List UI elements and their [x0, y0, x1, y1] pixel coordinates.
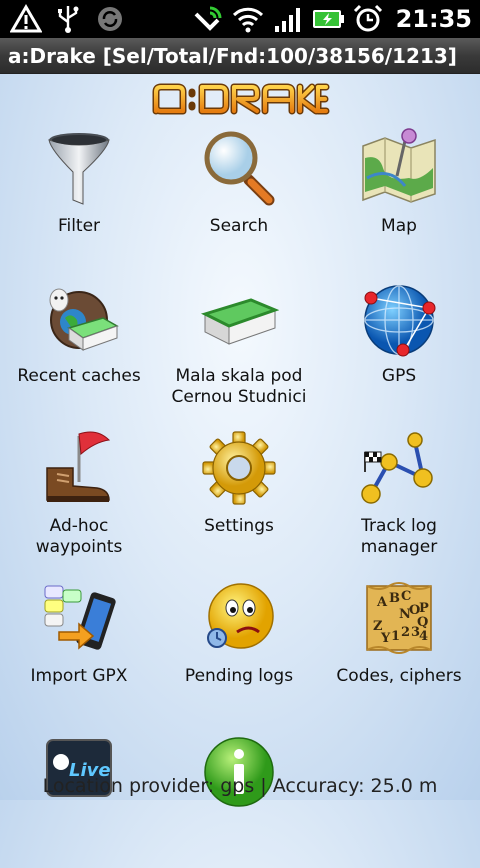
signal-icon: [274, 8, 300, 32]
menu-item-label: Ad-hoc waypoints: [35, 516, 123, 557]
menu-item-label: Pending logs: [184, 666, 294, 686]
menu-item-import-gpx[interactable]: Import GPX: [0, 568, 158, 718]
menu-item-label: Import GPX: [30, 666, 128, 686]
menu-item-settings[interactable]: Settings: [160, 418, 318, 568]
menu-item-label: Filter: [57, 216, 101, 236]
sync-icon: [98, 7, 122, 31]
wifi-icon: [232, 7, 263, 33]
usb-icon: [58, 6, 79, 33]
menu-item-track-log-manager[interactable]: Track log manager: [320, 418, 478, 568]
map-icon: [362, 128, 436, 203]
import-phone-icon: [44, 585, 116, 650]
svg-text:1: 1: [391, 629, 400, 644]
adrake-logo: [152, 83, 330, 115]
svg-text:Y: Y: [380, 631, 391, 646]
clock: 21:35: [395, 5, 472, 33]
menu-item-label: GPS: [381, 366, 417, 386]
menu-item-label: Recent caches: [17, 366, 141, 386]
warning-icon: [10, 4, 42, 33]
menu-item-search[interactable]: Search: [160, 118, 318, 268]
svg-text:2: 2: [401, 625, 410, 640]
svg-text:B: B: [389, 591, 400, 606]
track-log-icon: [361, 432, 433, 504]
menu-item-pending-logs[interactable]: Pending logs: [160, 568, 318, 718]
app-title-bar: a:Drake [Sel/Total/Fnd:100/38156/1213]: [0, 38, 480, 74]
svg-text:C: C: [401, 589, 411, 604]
battery-icon: [312, 10, 344, 28]
svg-text:A: A: [376, 595, 388, 610]
menu-item-label: Map: [381, 216, 417, 236]
menu-item-gps[interactable]: GPS: [320, 268, 478, 418]
magnifier-icon: [204, 131, 275, 206]
menu-item-label: Search: [209, 216, 269, 236]
svg-text:P: P: [419, 601, 429, 616]
funnel-icon: [48, 133, 110, 205]
menu-item-label: Settings: [204, 516, 274, 536]
location-status: Location provider: gps | Accuracy: 25.0 …: [42, 775, 438, 797]
menu-item-map[interactable]: Map: [320, 118, 478, 268]
recent-caches-icon: [49, 288, 119, 351]
alarm-icon: [353, 4, 382, 32]
menu-item-label: Track log manager: [360, 516, 438, 557]
cipher-scroll-icon: ABC NOPQ ZY 1 2 34: [366, 582, 432, 654]
menu-item-codes-ciphers[interactable]: ABC NOPQ ZY1 234 Codes, ciphers: [320, 568, 478, 718]
globe-icon: [364, 285, 436, 357]
gps-phone-icon: [194, 6, 222, 31]
menu-item-adhoc-waypoints[interactable]: Ad-hoc waypoints: [0, 418, 158, 568]
menu-item-filter[interactable]: Filter: [0, 118, 158, 268]
menu-item-recent-caches[interactable]: Recent caches: [0, 268, 158, 418]
sad-smiley-icon: [207, 583, 274, 649]
cache-box-icon: [200, 298, 279, 345]
svg-text:4: 4: [419, 629, 428, 644]
boot-flag-icon: [46, 431, 111, 502]
menu-item-current-cache[interactable]: Mala skala pod Cernou Studnici: [160, 268, 318, 418]
status-bar: 21:35: [0, 0, 480, 38]
menu-item-label: Codes, ciphers: [336, 666, 462, 686]
gear-icon: [202, 431, 276, 505]
menu-item-label: Mala skala pod Cernou Studnici: [171, 366, 307, 407]
